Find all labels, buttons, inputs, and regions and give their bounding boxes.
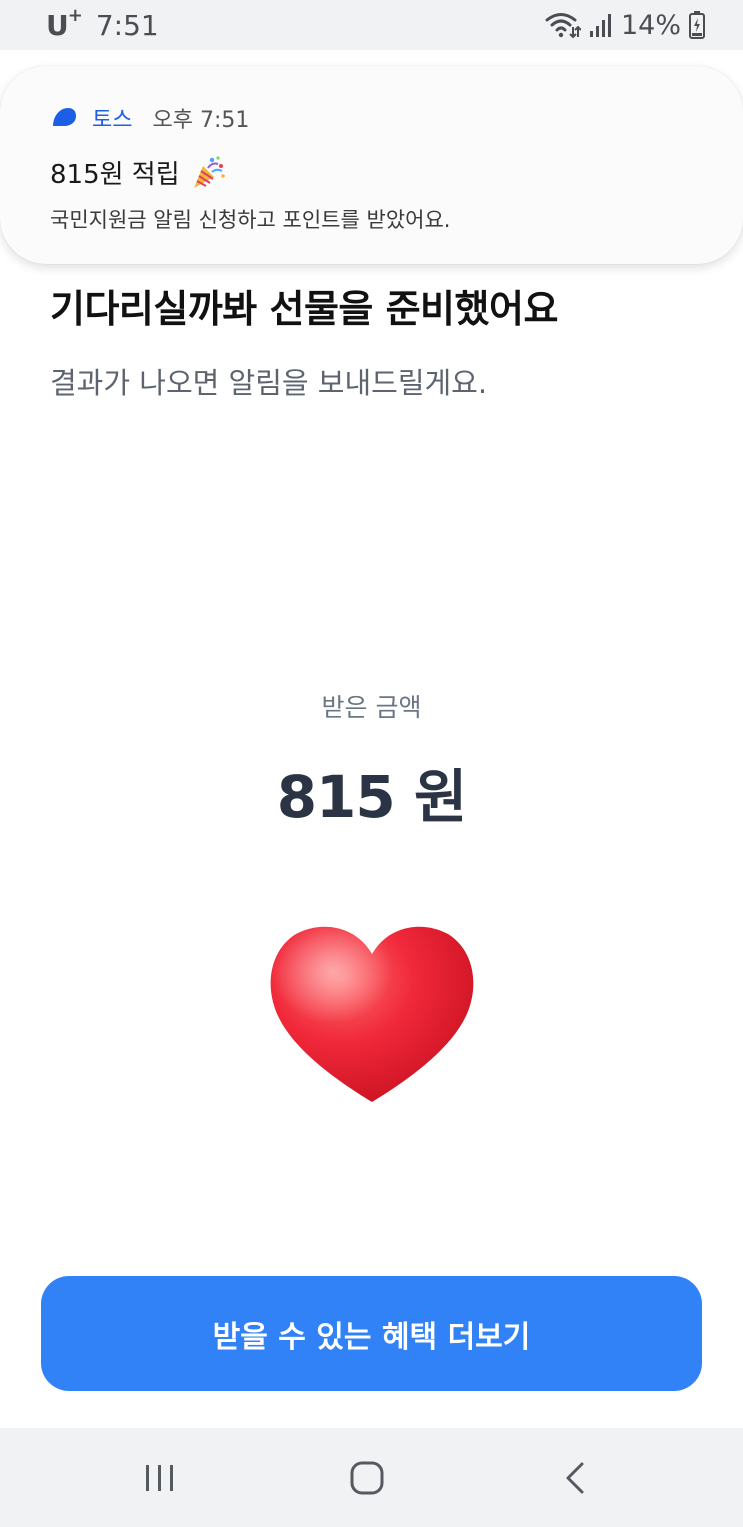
carrier-plus: + xyxy=(67,4,83,26)
signal-icon xyxy=(589,14,611,37)
amount-value: 815 원 xyxy=(276,763,468,831)
see-more-benefits-button[interactable]: 받을 수 있는 혜택 더보기 xyxy=(41,1276,702,1391)
notification-header: 토스 오후 7:51 xyxy=(50,102,695,134)
recent-apps-button[interactable] xyxy=(120,1428,200,1527)
notification-time: 오후 7:51 xyxy=(152,108,250,133)
notification-body: 국민지원금 알림 신청하고 포인트를 받았어요. xyxy=(50,208,451,232)
page-subline: 결과가 나오면 알림을 보내드릴게요. xyxy=(50,366,488,400)
battery-percent: 14% xyxy=(620,9,681,41)
wifi-icon xyxy=(545,13,581,39)
battery-charging-icon xyxy=(689,11,705,39)
notification-card[interactable]: 토스 오후 7:51 815원 적립 국민지원금 알림 신청하고 포인트를 받았… xyxy=(0,66,743,264)
carrier-label: U+ xyxy=(46,5,83,42)
status-bar: U+ 7:51 14% xyxy=(0,0,743,50)
carrier-text: U xyxy=(46,8,69,42)
home-icon xyxy=(350,1461,384,1494)
notification-title-row: 815원 적립 xyxy=(50,154,695,190)
back-button[interactable] xyxy=(535,1428,615,1527)
page-headline: 기다리실까봐 선물을 준비했어요 xyxy=(50,287,558,331)
navigation-bar xyxy=(0,1428,743,1527)
home-button[interactable] xyxy=(327,1428,407,1527)
notification-app-name: 토스 xyxy=(92,108,133,133)
toss-logo-icon xyxy=(53,108,76,126)
heart-icon xyxy=(270,926,474,1102)
recent-apps-icon xyxy=(146,1464,173,1491)
status-time: 7:51 xyxy=(95,8,159,42)
status-left: U+ 7:51 xyxy=(46,5,159,42)
status-right: 14% xyxy=(545,10,705,41)
back-icon xyxy=(566,1462,584,1493)
notification-title: 815원 적립 xyxy=(50,159,180,190)
party-popper-icon xyxy=(193,156,225,188)
screen: U+ 7:51 14% 토스 오후 7:51 815원 적립 국민지원금 알림 … xyxy=(0,0,743,1527)
amount-label: 받은 금액 xyxy=(321,693,422,722)
